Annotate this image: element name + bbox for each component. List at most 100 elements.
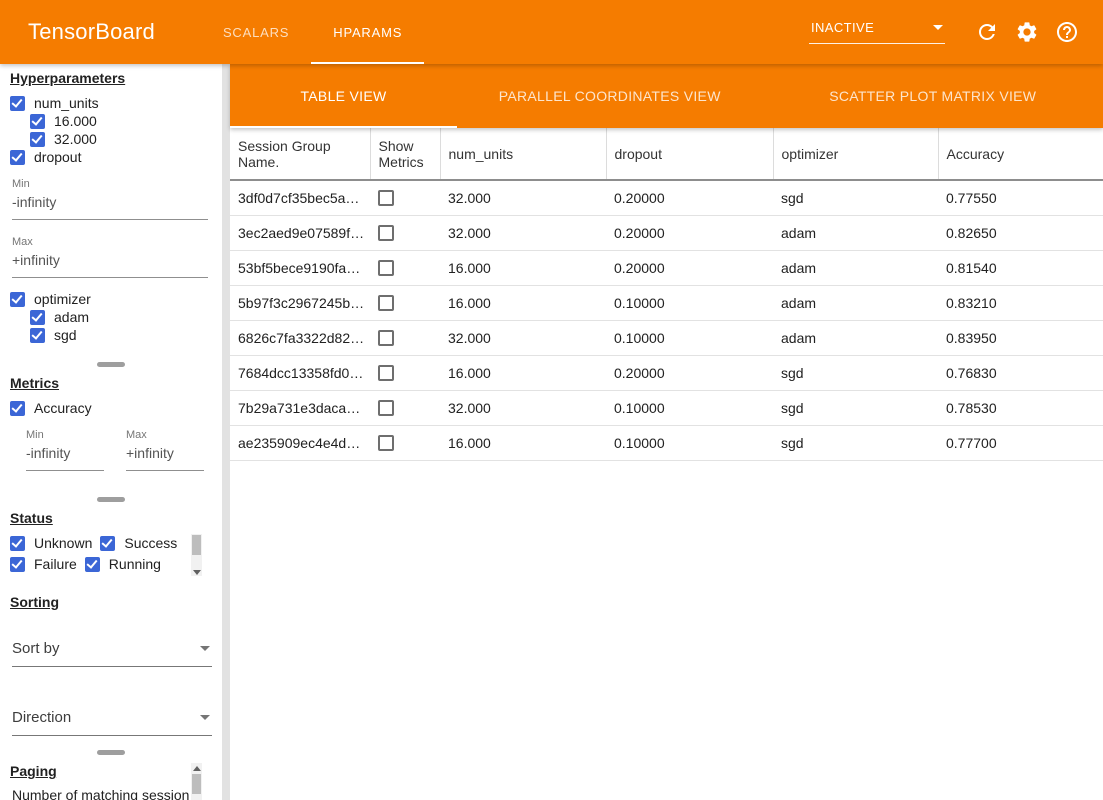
- direction-dropdown[interactable]: Direction: [12, 709, 212, 736]
- reload-status-select[interactable]: INACTIVE: [809, 20, 945, 44]
- checkbox-label: 32.000: [54, 131, 97, 147]
- tab-hparams[interactable]: HPARAMS: [311, 0, 424, 64]
- section-divider: [0, 495, 222, 504]
- resize-handle[interactable]: [97, 362, 125, 367]
- checkbox-optimizer-sgd[interactable]: sgd: [30, 326, 210, 344]
- tab-scatter-plot-matrix-view[interactable]: SCATTER PLOT MATRIX VIEW: [763, 64, 1103, 128]
- scroll-down-icon[interactable]: [193, 570, 201, 575]
- cell-session-group-name: 3ec2aed9e07589f…: [230, 215, 370, 250]
- checkbox-status-running[interactable]: Running: [85, 555, 161, 573]
- cell-show-metrics: [370, 285, 440, 320]
- checkbox-label: sgd: [54, 327, 77, 343]
- checked-checkbox-icon: [30, 114, 45, 129]
- col-header-optimizer[interactable]: optimizer: [773, 128, 938, 180]
- show-metrics-checkbox[interactable]: [378, 365, 394, 381]
- checkbox-dropout[interactable]: dropout: [10, 148, 210, 166]
- cell-optimizer: adam: [773, 285, 938, 320]
- col-header-num-units[interactable]: num_units: [440, 128, 606, 180]
- metrics-max-field: Max: [126, 429, 204, 471]
- status-scrollbar[interactable]: [191, 534, 202, 576]
- col-header-session-group-name[interactable]: Session Group Name.: [230, 128, 370, 180]
- show-metrics-checkbox[interactable]: [378, 330, 394, 346]
- checkbox-optimizer-adam[interactable]: adam: [30, 308, 210, 326]
- col-header-dropout[interactable]: dropout: [606, 128, 773, 180]
- cell-optimizer: sgd: [773, 390, 938, 425]
- col-header-accuracy[interactable]: Accuracy: [938, 128, 1103, 180]
- dropout-max-input[interactable]: [12, 248, 208, 278]
- cell-optimizer: adam: [773, 320, 938, 355]
- checked-checkbox-icon: [10, 292, 25, 307]
- checkbox-num-units[interactable]: num_units: [10, 94, 210, 112]
- checkbox-label: Accuracy: [34, 400, 92, 416]
- checkbox-num-units-16[interactable]: 16.000: [30, 112, 210, 130]
- col-header-show-metrics[interactable]: Show Metrics: [370, 128, 440, 180]
- cell-session-group-name: 7b29a731e3daca…: [230, 390, 370, 425]
- metrics-min-input[interactable]: [26, 441, 104, 471]
- num-units-options: 16.000 32.000: [30, 112, 210, 148]
- dropout-min-input[interactable]: [12, 190, 208, 220]
- cell-session-group-name: 6826c7fa3322d82…: [230, 320, 370, 355]
- checked-checkbox-icon: [10, 557, 25, 572]
- show-metrics-checkbox[interactable]: [378, 435, 394, 451]
- checkbox-label: optimizer: [34, 291, 91, 307]
- field-label: Max: [126, 429, 204, 441]
- cell-num-units: 32.000: [440, 390, 606, 425]
- cell-dropout: 0.20000: [606, 215, 773, 250]
- show-metrics-checkbox[interactable]: [378, 260, 394, 276]
- table-header-row: Session Group Name. Show Metrics num_uni…: [230, 128, 1103, 180]
- scroll-thumb[interactable]: [192, 535, 201, 555]
- sort-by-dropdown[interactable]: Sort by: [12, 640, 212, 667]
- cell-session-group-name: 5b97f3c2967245b…: [230, 285, 370, 320]
- cell-dropout: 0.10000: [606, 285, 773, 320]
- resize-handle[interactable]: [97, 750, 125, 755]
- top-app-bar: TensorBoard SCALARS HPARAMS INACTIVE: [0, 0, 1103, 64]
- hparams-sidebar: Hyperparameters num_units 16.000 32.000 …: [0, 64, 222, 800]
- scroll-thumb[interactable]: [192, 774, 201, 794]
- settings-gear-icon[interactable]: [1015, 20, 1039, 44]
- checkbox-status-success[interactable]: Success: [100, 534, 177, 552]
- sorting-section: Sorting Sort by Direction: [10, 594, 210, 736]
- table-row: 3ec2aed9e07589f…32.0000.20000adam0.82650: [230, 215, 1103, 250]
- cell-accuracy: 0.83210: [938, 285, 1103, 320]
- cell-accuracy: 0.81540: [938, 250, 1103, 285]
- cell-num-units: 32.000: [440, 320, 606, 355]
- metrics-max-input[interactable]: [126, 441, 204, 471]
- hyperparameters-section: Hyperparameters num_units 16.000 32.000 …: [10, 70, 210, 344]
- table-container: Session Group Name. Show Metrics num_uni…: [230, 128, 1103, 800]
- resize-handle[interactable]: [97, 497, 125, 502]
- checkbox-label: dropout: [34, 149, 81, 165]
- help-icon[interactable]: [1055, 20, 1079, 44]
- checkbox-status-unknown[interactable]: Unknown: [10, 534, 92, 552]
- table-body: 3df0d7cf35bec5a…32.0000.20000sgd0.775503…: [230, 180, 1103, 460]
- checked-checkbox-icon: [30, 328, 45, 343]
- cell-accuracy: 0.77700: [938, 425, 1103, 460]
- header-controls: INACTIVE: [809, 20, 1103, 44]
- show-metrics-checkbox[interactable]: [378, 190, 394, 206]
- checkbox-accuracy[interactable]: Accuracy: [10, 399, 210, 417]
- paging-scrollbar[interactable]: [191, 763, 202, 800]
- sort-by-label: Sort by: [12, 640, 60, 657]
- tab-table-view[interactable]: TABLE VIEW: [230, 64, 457, 128]
- cell-show-metrics: [370, 215, 440, 250]
- checkbox-optimizer[interactable]: optimizer: [10, 290, 210, 308]
- cell-accuracy: 0.77550: [938, 180, 1103, 215]
- checkbox-num-units-32[interactable]: 32.000: [30, 130, 210, 148]
- checkbox-label: Success: [124, 535, 177, 551]
- checkbox-status-failure[interactable]: Failure: [10, 555, 77, 573]
- direction-label: Direction: [12, 709, 71, 726]
- checked-checkbox-icon: [10, 536, 25, 551]
- hyperparameters-title: Hyperparameters: [10, 70, 210, 86]
- cell-num-units: 32.000: [440, 180, 606, 215]
- show-metrics-checkbox[interactable]: [378, 295, 394, 311]
- scroll-up-icon[interactable]: [193, 766, 201, 771]
- tab-parallel-coordinates-view[interactable]: PARALLEL COORDINATES VIEW: [457, 64, 763, 128]
- show-metrics-checkbox[interactable]: [378, 400, 394, 416]
- cell-accuracy: 0.82650: [938, 215, 1103, 250]
- tab-scalars[interactable]: SCALARS: [201, 0, 311, 64]
- show-metrics-checkbox[interactable]: [378, 225, 394, 241]
- refresh-icon[interactable]: [975, 20, 999, 44]
- section-divider: [0, 360, 222, 369]
- cell-dropout: 0.10000: [606, 425, 773, 460]
- paging-section: Paging Number of matching session groups…: [10, 763, 210, 800]
- checked-checkbox-icon: [30, 132, 45, 147]
